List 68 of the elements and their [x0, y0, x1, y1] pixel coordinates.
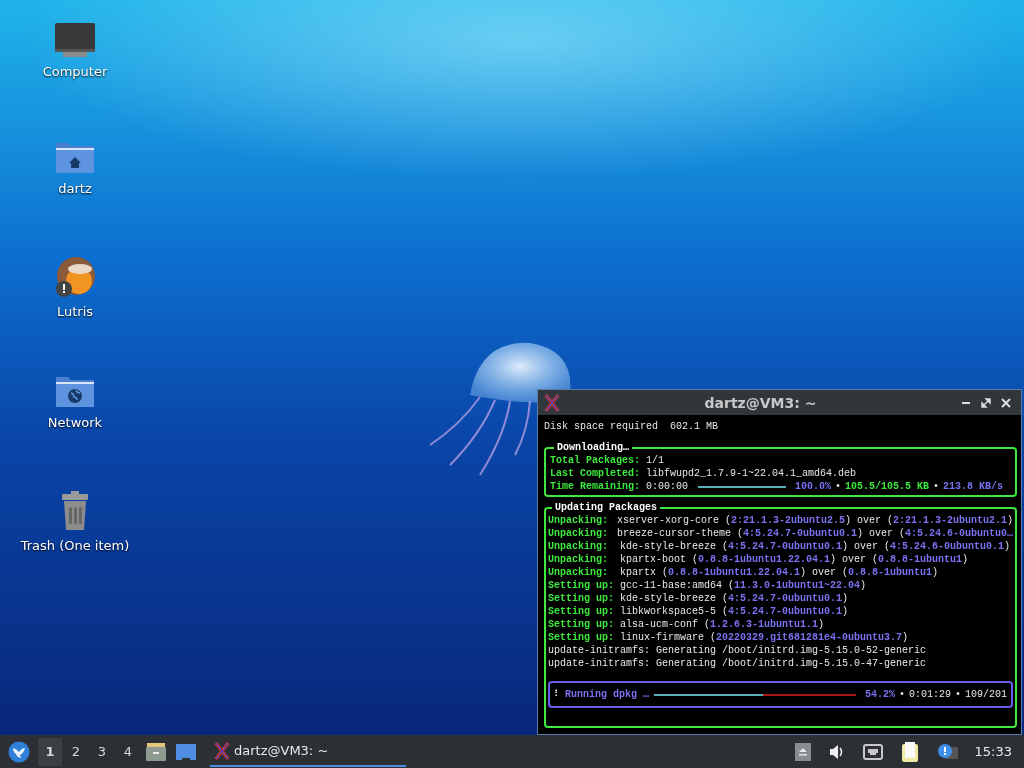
computer-icon[interactable]: [54, 22, 96, 58]
show-desktop-icon[interactable]: [175, 741, 197, 762]
progress-stat: •: [933, 480, 940, 493]
spinner: ⠇: [554, 688, 561, 701]
workspace-button[interactable]: 2: [64, 737, 88, 766]
progress-stat: 105.5/105.5 KB: [845, 480, 930, 493]
status-label: Setting up:: [548, 592, 615, 605]
status-label: Unpacking:: [548, 527, 609, 540]
workspace-button[interactable]: 4: [116, 737, 140, 766]
clock: 15:33: [974, 744, 1012, 759]
window-title: dartz@VM3: ~: [703, 394, 818, 411]
maximize-icon[interactable]: [981, 397, 991, 408]
x-logo-icon: [214, 741, 230, 760]
status-label: Unpacking:: [548, 566, 609, 579]
network-icon[interactable]: [862, 743, 883, 760]
terminal-line: breeze-cursor-theme (4:5.24.7-0ubuntu0.1) over (4:5.24.6-0ubuntu0…: [616, 527, 1013, 540]
field-value: 0:00:00: [646, 480, 689, 493]
terminal-line: kde-style-breeze (4:5.24.7-0ubuntu0.1) over (4:5.24.6-0ubuntu0.1): [620, 540, 1011, 553]
panel-title: Updating Packages: [554, 501, 659, 514]
workspace-button[interactable]: 1: [38, 737, 62, 766]
panel-title: Downloading…: [556, 441, 630, 454]
terminal-line: libkworkspace5-5 (4:5.24.7-0ubuntu0.1): [620, 605, 849, 618]
status-label: Setting up:: [548, 605, 615, 618]
terminal-line: update-initramfs: Generating /boot/initrd.img-5.15.0-47-generic: [548, 657, 927, 670]
x-logo-icon: [544, 393, 560, 412]
terminal-line: gcc-11-base:amd64 (11.3.0-1ubuntu1~22.04): [620, 579, 867, 592]
progress-stat: •: [898, 688, 905, 701]
terminal-line: xserver-xorg-core (2:21.1.3-2ubuntu2.5) over (2:21.1.3-2ubuntu2.1): [616, 514, 1013, 527]
terminal-line: Disk space required 602.1 MB: [544, 420, 720, 433]
close-icon[interactable]: [1001, 397, 1011, 408]
status-label: Setting up:: [548, 579, 615, 592]
status-label: Unpacking:: [548, 540, 609, 553]
lutris-icon[interactable]: [54, 256, 96, 298]
taskbar-window-button[interactable]: dartz@VM3: ~: [210, 736, 406, 767]
progress-stat: 213.8 KB/s: [943, 480, 1004, 493]
workspace-button[interactable]: 3: [90, 737, 114, 766]
status-label: Setting up:: [548, 618, 615, 631]
clipboard-icon[interactable]: [900, 740, 919, 763]
eject-icon[interactable]: [794, 742, 811, 761]
desktop-icon-label[interactable]: Network: [47, 415, 103, 430]
field-label: Total Packages:: [550, 454, 640, 467]
progress-stat: 0:01:29: [908, 688, 951, 701]
status-label: Setting up:: [548, 631, 615, 644]
terminal-line: alsa-ucm-conf (1.2.6.3-1ubuntu1.1): [620, 618, 825, 631]
file-cabinet-icon[interactable]: [145, 741, 167, 762]
terminal-line: kpartx-boot (0.8.8-1ubuntu1.22.04.1) over (0.8.8-1ubuntu1): [620, 553, 969, 566]
status-label: Unpacking:: [548, 553, 609, 566]
terminal-line: kpartx (0.8.8-1ubuntu1.22.04.1) over (0.8.8-1ubuntu1): [620, 566, 939, 579]
progress-label: Running dpkg …: [565, 688, 649, 701]
desktop-icon-label[interactable]: dartz: [58, 181, 92, 196]
desktop-icon-label[interactable]: Lutris: [56, 304, 94, 319]
field-label: Last Completed:: [550, 467, 640, 480]
volume-icon[interactable]: [828, 743, 845, 760]
progress-stat: 100.0%: [795, 480, 832, 493]
field-value: libfwupd2_1.7.9-1~22.04.1_amd64.deb: [646, 467, 857, 480]
terminal-line: linux-firmware (20220329.git681281e4-0ubuntu3.7): [620, 631, 909, 644]
progress-stat: •: [835, 480, 842, 493]
status-label: Unpacking:: [548, 514, 609, 527]
notification-icon[interactable]: [936, 742, 959, 761]
field-value: 1/1: [646, 454, 665, 467]
progress-stat: 109/201: [965, 688, 1007, 701]
progress-stat: •: [954, 688, 961, 701]
terminal-line: kde-style-breeze (4:5.24.7-0ubuntu0.1): [620, 592, 849, 605]
progress-stat: 54.2%: [864, 688, 895, 701]
terminal-line: update-initramfs: Generating /boot/initrd.img-5.15.0-52-generic: [548, 644, 927, 657]
start-menu-icon[interactable]: [8, 740, 30, 763]
desktop-icon-label[interactable]: Trash (One item): [20, 538, 130, 553]
field-label: Time Remaining:: [550, 480, 640, 493]
